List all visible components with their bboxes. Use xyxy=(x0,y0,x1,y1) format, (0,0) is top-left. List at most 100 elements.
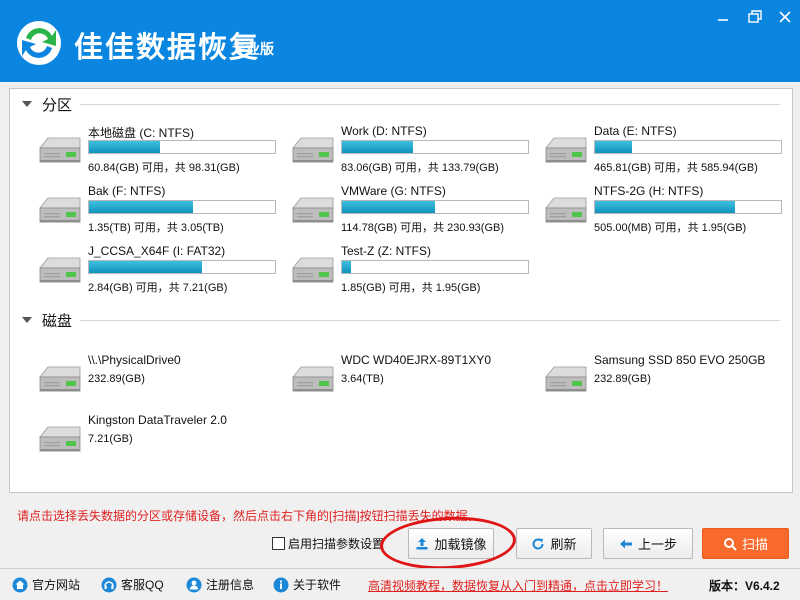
official-website-link[interactable]: 官方网站 xyxy=(12,576,80,593)
usage-bar-fill xyxy=(342,141,413,153)
partition-capacity: 60.84(GB) 可用，共 98.31(GB) xyxy=(88,162,240,174)
hard-drive-icon xyxy=(545,197,587,223)
hard-drive-icon xyxy=(292,366,334,392)
usage-bar xyxy=(88,200,276,214)
app-logo-icon xyxy=(17,21,61,65)
device-list-panel: 分区 本地磁盘 (C: NTFS) 60.84(GB) 可用，共 98.31(G… xyxy=(9,88,793,493)
partition-item[interactable]: 本地磁盘 (C: NTFS) 60.84(GB) 可用，共 98.31(GB) xyxy=(36,124,286,178)
usage-bar-fill xyxy=(342,261,352,273)
usage-bar-fill xyxy=(89,261,203,273)
partition-section-label: 分区 xyxy=(42,96,73,114)
instruction-hint: 请点击选择丢失数据的分区或存储设备，然后点击右下角的[扫描]按钮扫描丢失的数据。 xyxy=(17,509,480,523)
disk-item[interactable]: WDC WD40EJRX-89T1XY0 3.64(TB) xyxy=(289,353,539,407)
section-divider xyxy=(80,104,780,105)
disk-item[interactable]: Kingston DataTraveler 2.0 7.21(GB) xyxy=(36,413,286,467)
partition-name: NTFS-2G (H: NTFS) xyxy=(594,184,704,198)
partition-item[interactable]: Work (D: NTFS) 83.06(GB) 可用，共 133.79(GB) xyxy=(289,124,539,178)
hard-drive-icon xyxy=(292,137,334,163)
section-divider xyxy=(80,320,780,321)
disk-size: 232.89(GB) xyxy=(88,373,145,385)
about-software-link[interactable]: 关于软件 xyxy=(273,576,341,593)
usage-bar-fill xyxy=(89,141,160,153)
disk-size: 232.89(GB) xyxy=(594,373,651,385)
hard-drive-icon xyxy=(39,257,81,283)
partition-item[interactable]: Test-Z (Z: NTFS) 1.85(GB) 可用，共 1.95(GB) xyxy=(289,244,539,298)
customer-service-qq-label: 客服QQ xyxy=(121,578,164,592)
disk-item[interactable]: Samsung SSD 850 EVO 250GB 232.89(GB) xyxy=(542,353,792,407)
app-edition: 专业版 xyxy=(232,41,274,57)
partition-capacity: 505.00(MB) 可用，共 1.95(GB) xyxy=(594,222,747,234)
minimize-icon[interactable] xyxy=(712,8,734,26)
load-image-label: 加载镜像 xyxy=(434,537,487,552)
search-icon xyxy=(723,537,737,551)
headset-icon xyxy=(101,577,117,592)
disk-item[interactable]: \\.\PhysicalDrive0 232.89(GB) xyxy=(36,353,286,407)
disk-name: \\.\PhysicalDrive0 xyxy=(88,353,181,367)
scan-params-label[interactable]: 启用扫描参数设置 xyxy=(288,535,384,552)
scan-params-option[interactable]: 启用扫描参数设置 xyxy=(272,535,384,552)
back-label: 上一步 xyxy=(637,537,677,552)
partition-item[interactable]: NTFS-2G (H: NTFS) 505.00(MB) 可用，共 1.95(G… xyxy=(542,184,792,238)
hard-drive-icon xyxy=(545,137,587,163)
title-bar: 佳佳数据恢复 专业版 xyxy=(0,0,800,82)
usage-bar-fill xyxy=(595,201,735,213)
partition-section-header[interactable]: 分区 xyxy=(22,94,72,114)
scan-params-checkbox[interactable] xyxy=(272,537,285,550)
disk-name: Samsung SSD 850 EVO 250GB xyxy=(594,353,766,367)
refresh-label: 刷新 xyxy=(550,537,577,552)
customer-service-qq-link[interactable]: 客服QQ xyxy=(101,576,164,593)
hard-drive-icon xyxy=(39,366,81,392)
back-button[interactable]: 上一步 xyxy=(603,528,693,559)
usage-bar xyxy=(594,200,782,214)
partition-item[interactable]: Data (E: NTFS) 465.81(GB) 可用，共 585.94(GB… xyxy=(542,124,792,178)
about-software-label: 关于软件 xyxy=(293,578,342,592)
usage-bar xyxy=(341,260,529,274)
info-icon xyxy=(273,577,289,592)
partition-capacity: 1.35(TB) 可用，共 3.05(TB) xyxy=(88,222,224,234)
hard-drive-icon xyxy=(292,257,334,283)
usage-bar xyxy=(341,200,529,214)
collapse-triangle-icon[interactable] xyxy=(22,317,32,323)
registration-info-label: 注册信息 xyxy=(206,578,255,592)
hard-drive-icon xyxy=(545,366,587,392)
disk-section-header[interactable]: 磁盘 xyxy=(22,310,72,330)
partition-item[interactable]: VMWare (G: NTFS) 114.78(GB) 可用，共 230.93(… xyxy=(289,184,539,238)
refresh-button[interactable]: 刷新 xyxy=(516,528,592,559)
close-icon[interactable] xyxy=(774,8,796,26)
usage-bar-fill xyxy=(89,201,194,213)
usage-bar xyxy=(88,260,276,274)
official-website-label: 官方网站 xyxy=(32,578,81,592)
partition-name: Bak (F: NTFS) xyxy=(88,184,166,198)
collapse-triangle-icon[interactable] xyxy=(22,101,32,107)
partition-capacity: 114.78(GB) 可用，共 230.93(GB) xyxy=(341,222,505,234)
partition-name: VMWare (G: NTFS) xyxy=(341,184,446,198)
version-label: 版本：V6.4.2 xyxy=(709,579,780,593)
hard-drive-icon xyxy=(39,197,81,223)
hard-drive-icon xyxy=(292,197,334,223)
restore-icon[interactable] xyxy=(744,8,766,26)
partition-capacity: 1.85(GB) 可用，共 1.95(GB) xyxy=(341,282,481,294)
arrow-left-icon xyxy=(619,539,632,548)
hard-drive-icon xyxy=(39,426,81,452)
usage-bar xyxy=(88,140,276,154)
partition-item[interactable]: J_CCSA_X64F (I: FAT32) 2.84(GB) 可用，共 7.2… xyxy=(36,244,286,298)
usage-bar xyxy=(341,140,529,154)
partition-name: 本地磁盘 (C: NTFS) xyxy=(88,126,194,140)
partition-name: J_CCSA_X64F (I: FAT32) xyxy=(88,244,226,258)
partition-capacity: 465.81(GB) 可用，共 585.94(GB) xyxy=(594,162,758,174)
usage-bar-fill xyxy=(342,201,435,213)
video-tutorial-link[interactable]: 高清视频教程，数据恢复从入门到精通，点击立即学习！ xyxy=(368,577,668,594)
upload-icon xyxy=(416,537,428,549)
load-image-button[interactable]: 加载镜像 xyxy=(408,528,494,559)
disk-name: WDC WD40EJRX-89T1XY0 xyxy=(341,353,492,367)
partition-capacity: 2.84(GB) 可用，共 7.21(GB) xyxy=(88,282,228,294)
home-icon xyxy=(12,577,28,592)
partition-capacity: 83.06(GB) 可用，共 133.79(GB) xyxy=(341,162,499,174)
scan-label: 扫描 xyxy=(741,537,768,552)
scan-button[interactable]: 扫描 xyxy=(702,528,789,559)
registration-info-link[interactable]: 注册信息 xyxy=(186,576,254,593)
disk-size: 7.21(GB) xyxy=(88,433,133,445)
partition-item[interactable]: Bak (F: NTFS) 1.35(TB) 可用，共 3.05(TB) xyxy=(36,184,286,238)
usage-bar-fill xyxy=(595,141,633,153)
refresh-icon xyxy=(533,538,544,550)
